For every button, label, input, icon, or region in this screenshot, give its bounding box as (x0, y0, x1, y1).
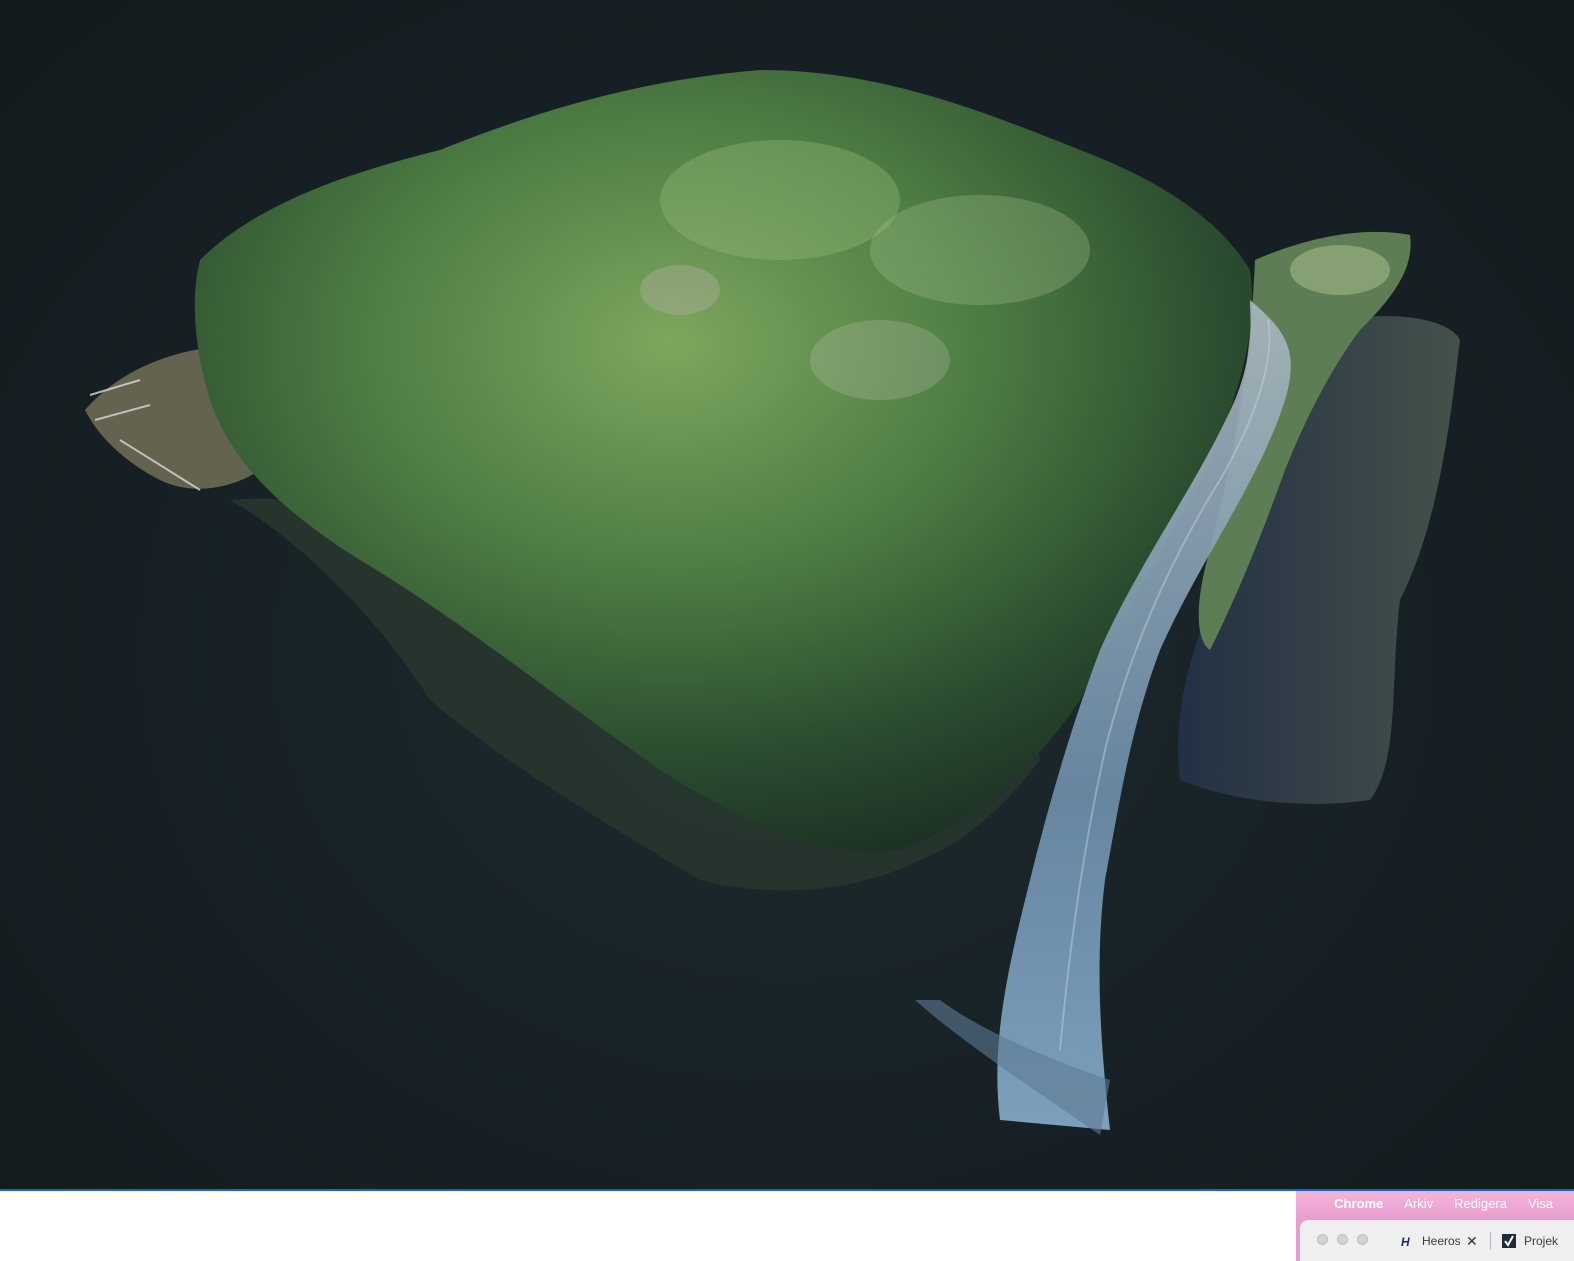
tab-heeros[interactable]: H Heeros ✕ (1399, 1228, 1489, 1254)
window-zoom-button[interactable] (1357, 1234, 1368, 1245)
menu-item-redigera[interactable]: Redigera (1454, 1196, 1507, 1211)
menu-item-visa[interactable]: Visa (1528, 1196, 1553, 1211)
menu-app-chrome[interactable]: Chrome (1334, 1196, 1383, 1211)
macos-chrome-snippet: Chrome Arkiv Redigera Visa H Heeros ✕ Pr… (1296, 1191, 1574, 1261)
window-minimize-button[interactable] (1337, 1234, 1348, 1245)
point-cloud-render[interactable] (0, 0, 1574, 1190)
tab-projekt[interactable]: Projek (1501, 1228, 1574, 1254)
heeros-h-icon: H (1399, 1234, 1414, 1249)
checkmark-logo-icon (1501, 1234, 1516, 1249)
point-cloud-viewport[interactable] (0, 0, 1574, 1190)
svg-text:H: H (1401, 1235, 1410, 1248)
macos-menubar: Chrome Arkiv Redigera Visa (1296, 1191, 1574, 1215)
close-icon[interactable]: ✕ (1466, 1233, 1478, 1250)
tab-separator (1490, 1232, 1491, 1250)
tab-title: Projek (1524, 1234, 1559, 1248)
window-close-button[interactable] (1317, 1234, 1328, 1245)
tab-title: Heeros (1422, 1234, 1460, 1248)
menu-item-arkiv[interactable]: Arkiv (1404, 1196, 1433, 1211)
